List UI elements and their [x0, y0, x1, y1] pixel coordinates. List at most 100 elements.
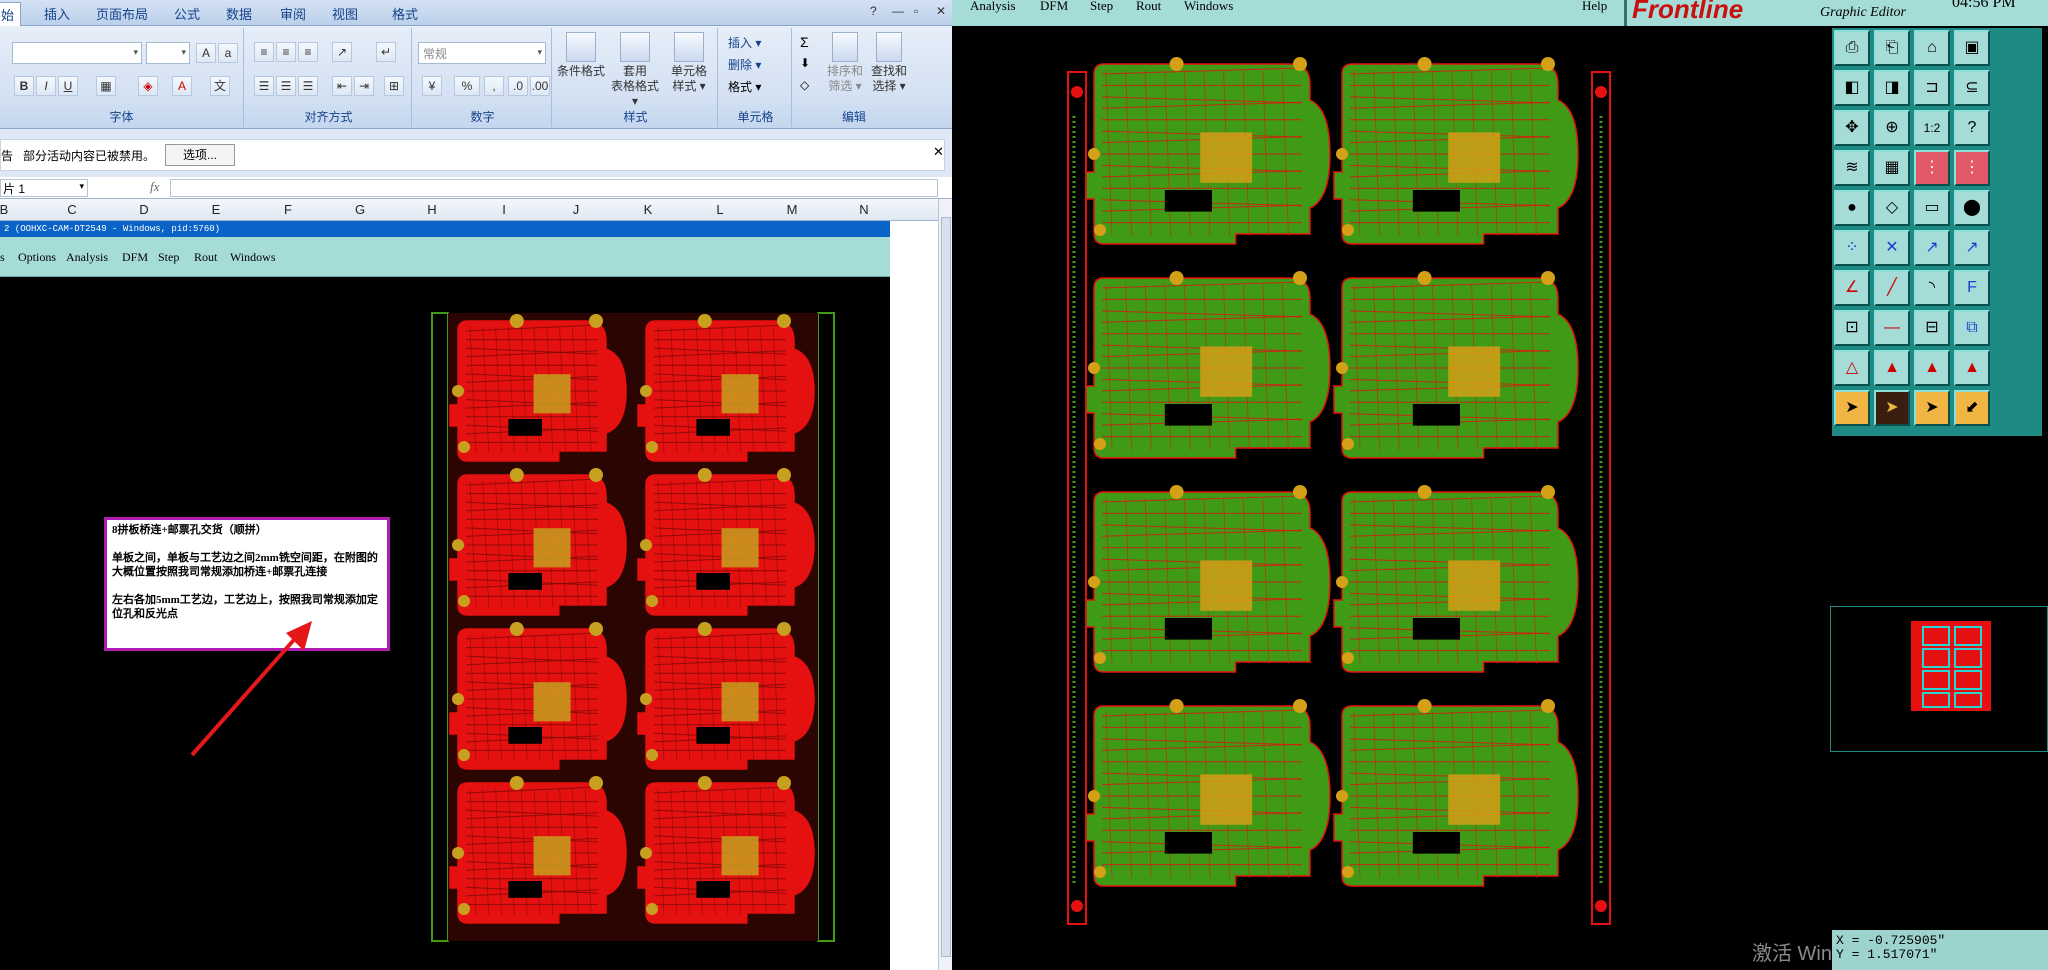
- column-header[interactable]: B: [0, 202, 40, 217]
- column-header[interactable]: M: [756, 202, 828, 217]
- tab-home[interactable]: 始: [0, 2, 22, 27]
- column-header[interactable]: H: [396, 202, 468, 217]
- delete-cells-button[interactable]: 删除 ▾: [728, 56, 761, 73]
- align-top-icon[interactable]: ≡: [254, 42, 274, 62]
- currency-icon[interactable]: ¥: [422, 76, 442, 96]
- add-circle-icon[interactable]: ⬤: [1954, 190, 1990, 226]
- add-surface-icon[interactable]: ◇: [1874, 190, 1910, 226]
- draw-line-icon[interactable]: ╱: [1874, 270, 1910, 306]
- save-icon[interactable]: ⎗: [1874, 30, 1910, 66]
- zoom-left-icon[interactable]: ◧: [1834, 70, 1870, 106]
- fx-icon[interactable]: fx: [150, 179, 159, 195]
- align-icon[interactable]: ⊟: [1914, 310, 1950, 346]
- formula-input[interactable]: [170, 179, 938, 197]
- stretch-icon[interactable]: ↗: [1954, 230, 1990, 266]
- window-layout-icon[interactable]: ▣: [1954, 30, 1990, 66]
- column-header[interactable]: E: [180, 202, 252, 217]
- grid-icon[interactable]: ▦: [1874, 150, 1910, 186]
- column-header[interactable]: L: [684, 202, 756, 217]
- layer-sync-icon[interactable]: ⋮: [1954, 150, 1990, 186]
- close-button[interactable]: ✕: [936, 4, 946, 18]
- bold-icon[interactable]: B: [14, 76, 34, 96]
- menu-dfm[interactable]: DFM: [1040, 0, 1068, 14]
- insert-cells-button[interactable]: 插入 ▾: [728, 34, 761, 51]
- tab-formulas[interactable]: 公式: [174, 4, 200, 23]
- autosum-icon[interactable]: Σ: [800, 34, 809, 50]
- horizontal-line-icon[interactable]: —: [1874, 310, 1910, 346]
- tab-view[interactable]: 视图: [332, 4, 358, 23]
- pointer-plus-icon[interactable]: ➤: [1914, 390, 1950, 426]
- arc-icon[interactable]: ◝: [1914, 270, 1950, 306]
- select-pointer-icon[interactable]: ➤: [1834, 390, 1870, 426]
- column-header[interactable]: G: [324, 202, 396, 217]
- increase-indent-icon[interactable]: ⇥: [354, 76, 374, 96]
- move-node-icon[interactable]: ↗: [1914, 230, 1950, 266]
- redraw-icon[interactable]: ⊆: [1954, 70, 1990, 106]
- pointer-move-icon[interactable]: ⬋: [1954, 390, 1990, 426]
- increase-decimal-icon[interactable]: .0: [508, 76, 528, 96]
- scroll-thumb[interactable]: [941, 217, 951, 957]
- query-icon[interactable]: ?: [1954, 110, 1990, 146]
- close-security-bar-icon[interactable]: ✕: [933, 144, 944, 160]
- measure-icon[interactable]: ▭: [1914, 190, 1950, 226]
- table-format-button[interactable]: 套用 表格格式 ▾: [608, 32, 662, 109]
- column-header[interactable]: C: [36, 202, 108, 217]
- orientation-icon[interactable]: ↗: [332, 42, 352, 62]
- find-select-button[interactable]: 查找和 选择 ▾: [866, 32, 912, 94]
- tab-review[interactable]: 审阅: [280, 4, 306, 23]
- fill-icon[interactable]: ⬇: [800, 56, 810, 70]
- italic-icon[interactable]: I: [36, 76, 56, 96]
- align-bottom-icon[interactable]: ≡: [298, 42, 318, 62]
- help-icon[interactable]: ?: [870, 4, 877, 18]
- cell-styles-button[interactable]: 单元格 样式 ▾: [662, 32, 716, 94]
- layer-compare-icon[interactable]: ⋮: [1914, 150, 1950, 186]
- column-header[interactable]: K: [612, 202, 684, 217]
- merge-center-icon[interactable]: ⊞: [384, 76, 404, 96]
- snap-icon[interactable]: ⊡: [1834, 310, 1870, 346]
- security-options-button[interactable]: 选项...: [165, 144, 235, 166]
- wrap-text-icon[interactable]: ↵: [376, 42, 396, 62]
- column-header[interactable]: F: [252, 202, 324, 217]
- minimize-button[interactable]: —: [892, 4, 904, 18]
- shape-icon[interactable]: ▲: [1914, 350, 1950, 386]
- column-header[interactable]: D: [108, 202, 180, 217]
- overview-window[interactable]: [1830, 606, 2048, 752]
- open-step-icon[interactable]: ⎙: [1834, 30, 1870, 66]
- zoom-right-icon[interactable]: ◨: [1874, 70, 1910, 106]
- text-icon[interactable]: F: [1954, 270, 1990, 306]
- grow-font-icon[interactable]: A: [196, 43, 216, 63]
- decrease-decimal-icon[interactable]: .00: [530, 76, 550, 96]
- triangle-icon[interactable]: △: [1834, 350, 1870, 386]
- clear-icon[interactable]: ◇: [800, 78, 809, 92]
- shape-alt-icon[interactable]: ▲: [1954, 350, 1990, 386]
- shrink-font-icon[interactable]: a: [218, 43, 238, 63]
- sort-filter-button[interactable]: 排序和 筛选 ▾: [822, 32, 868, 94]
- polygon-icon[interactable]: ▲: [1874, 350, 1910, 386]
- pan-icon[interactable]: ⊐: [1914, 70, 1950, 106]
- name-box[interactable]: 片 1 ▾: [0, 179, 88, 197]
- menu-analysis[interactable]: Analysis: [970, 0, 1016, 14]
- number-format-combo[interactable]: 常规 ▾: [418, 42, 546, 64]
- align-middle-icon[interactable]: ≡: [276, 42, 296, 62]
- restore-button[interactable]: ▫: [914, 4, 918, 18]
- pointer-active-icon[interactable]: ➤: [1874, 390, 1910, 426]
- scale-icon[interactable]: 1:2: [1914, 110, 1950, 146]
- fill-mode-icon[interactable]: ≋: [1834, 150, 1870, 186]
- zoom-fit-icon[interactable]: ✥: [1834, 110, 1870, 146]
- percent-icon[interactable]: %: [454, 76, 480, 96]
- connect-icon[interactable]: ⁘: [1834, 230, 1870, 266]
- align-center-icon[interactable]: ☰: [276, 76, 296, 96]
- font-name-combo[interactable]: ▾: [12, 42, 142, 64]
- format-cells-button[interactable]: 格式 ▾: [728, 78, 761, 95]
- tab-page-layout[interactable]: 页面布局: [96, 4, 148, 23]
- add-line-icon[interactable]: ∠: [1834, 270, 1870, 306]
- align-left-icon[interactable]: ☰: [254, 76, 274, 96]
- border-icon[interactable]: ▦: [96, 76, 116, 96]
- tab-format[interactable]: 格式: [392, 4, 418, 23]
- home-icon[interactable]: ⌂: [1914, 30, 1950, 66]
- add-pad-icon[interactable]: ●: [1834, 190, 1870, 226]
- menu-rout[interactable]: Rout: [1136, 0, 1161, 14]
- menu-step[interactable]: Step: [1090, 0, 1113, 14]
- decrease-indent-icon[interactable]: ⇤: [332, 76, 352, 96]
- comma-icon[interactable]: ,: [484, 76, 504, 96]
